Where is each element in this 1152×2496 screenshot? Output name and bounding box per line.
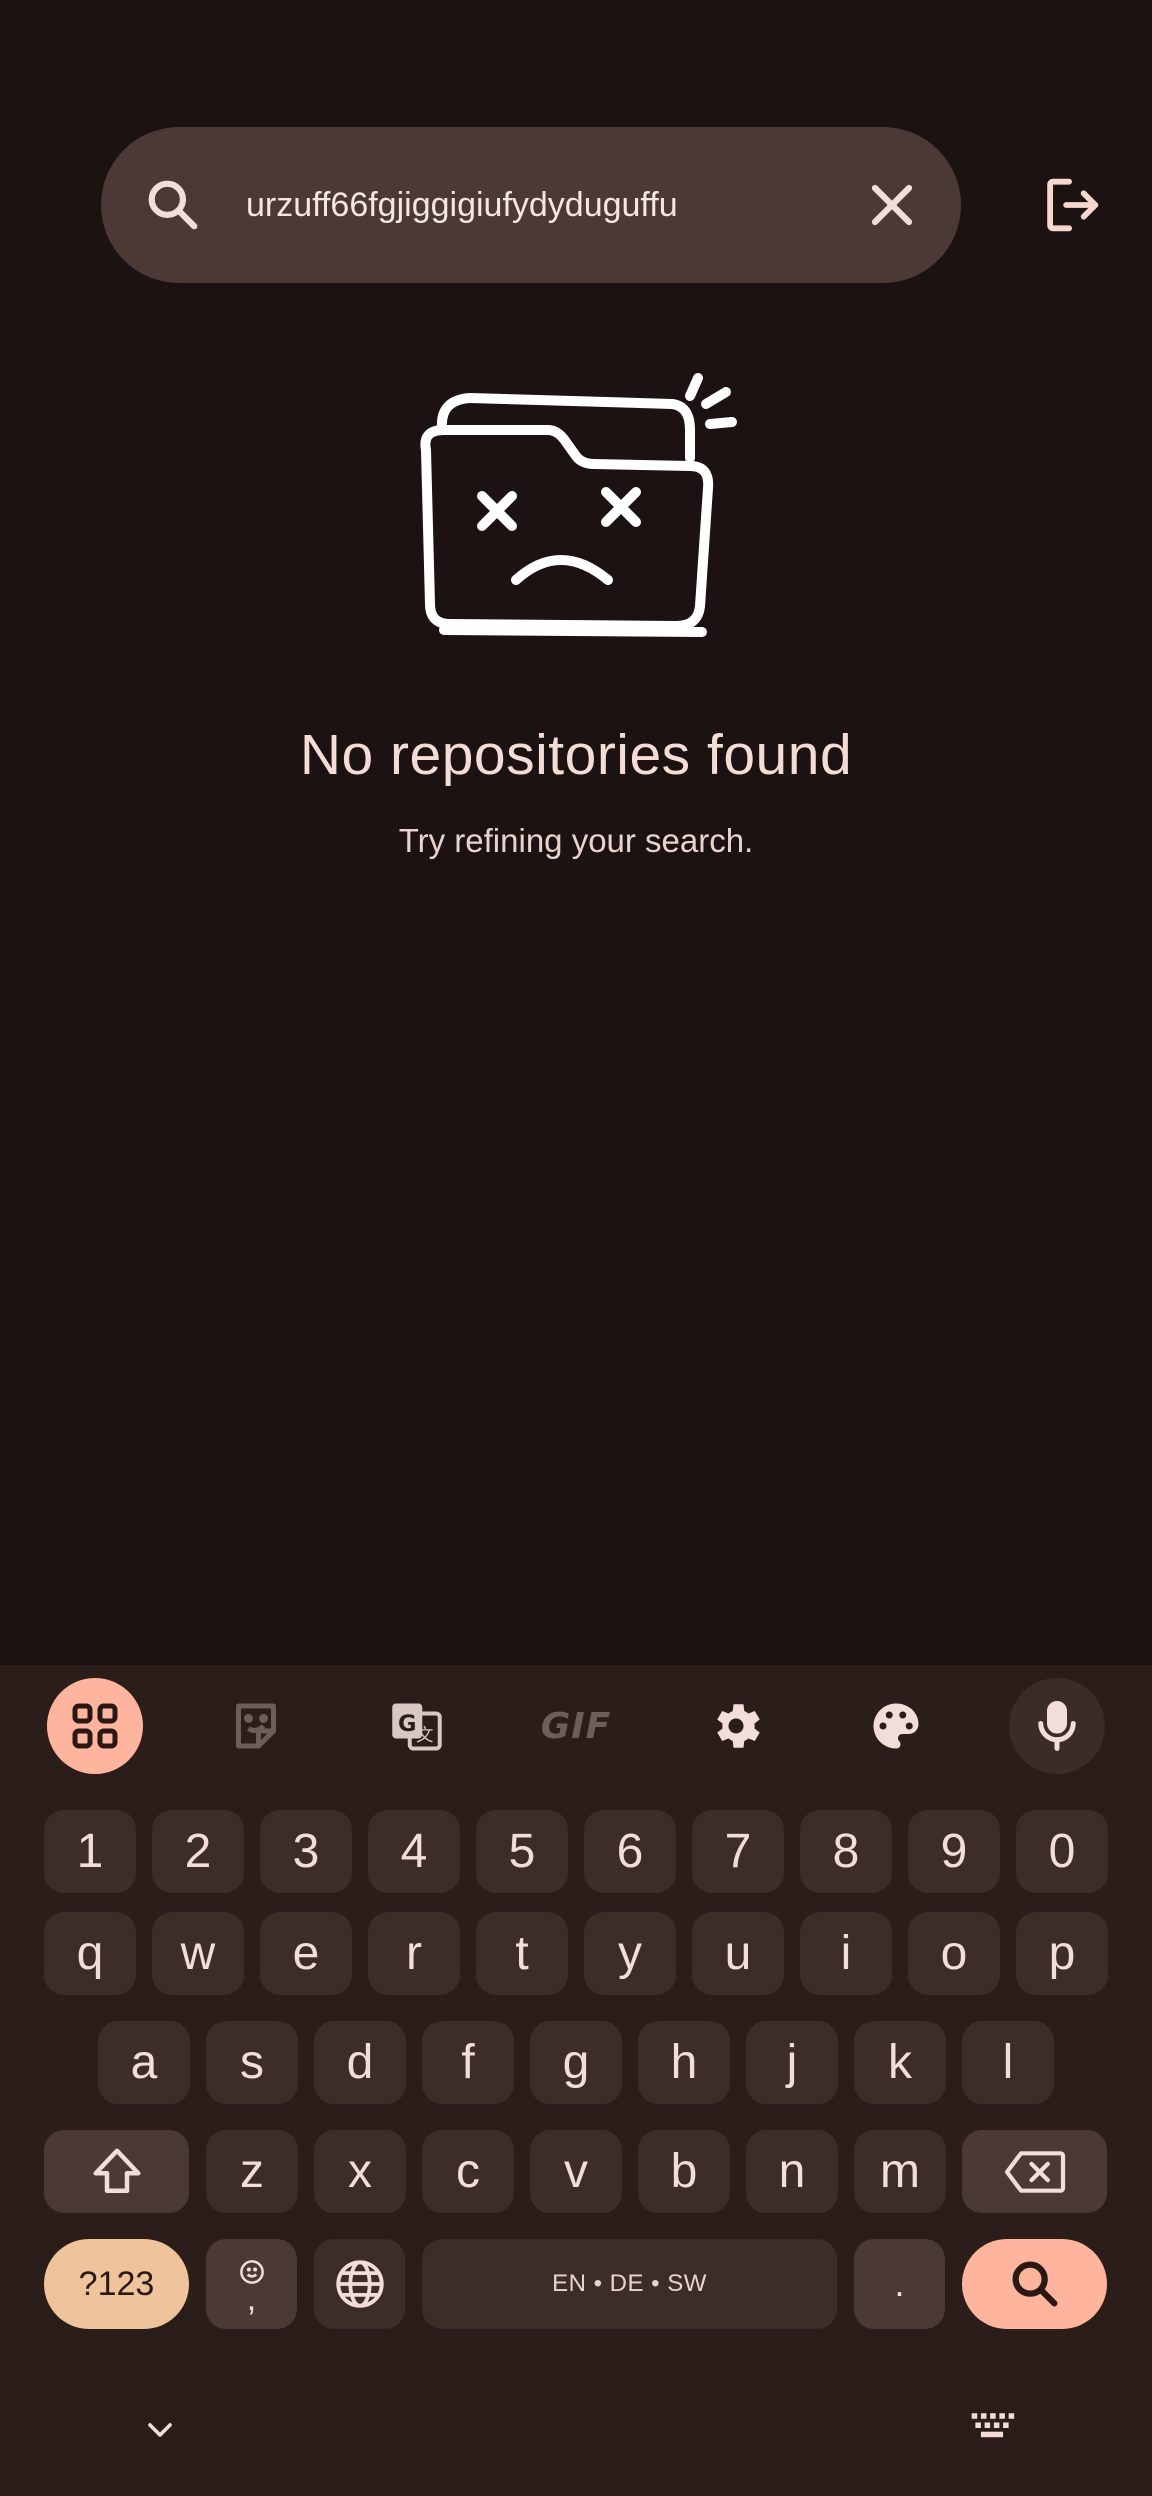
keyboard-switch-icon[interactable]	[968, 2408, 1016, 2453]
palette-icon[interactable]	[848, 1678, 944, 1774]
key-a-6[interactable]: j	[746, 2021, 838, 2104]
key-q-2[interactable]: e	[260, 1912, 352, 1995]
key-z-2[interactable]: c	[422, 2130, 514, 2213]
chevron-down-icon[interactable]	[140, 2410, 180, 2455]
key-a-7[interactable]: k	[854, 2021, 946, 2104]
empty-state-title: No repositories found	[299, 723, 853, 787]
key-num-8[interactable]: 9	[908, 1810, 1000, 1893]
key-q-7[interactable]: i	[800, 1912, 892, 1995]
key-num-4[interactable]: 5	[476, 1810, 568, 1893]
mic-icon[interactable]	[1009, 1678, 1105, 1774]
svg-text:文: 文	[416, 1726, 434, 1746]
search-input[interactable]	[246, 177, 806, 233]
sticker-icon[interactable]	[208, 1678, 304, 1774]
key-num-6[interactable]: 7	[692, 1810, 784, 1893]
key-z-3[interactable]: v	[530, 2130, 622, 2213]
key-q-6[interactable]: u	[692, 1912, 784, 1995]
key-z-6[interactable]: m	[854, 2130, 946, 2213]
space-key[interactable]: EN • DE • SW	[422, 2239, 837, 2329]
key-z-4[interactable]: b	[638, 2130, 730, 2213]
gif-icon[interactable]: GIF	[528, 1678, 624, 1774]
key-num-3[interactable]: 4	[368, 1810, 460, 1893]
key-num-2[interactable]: 3	[260, 1810, 352, 1893]
key-num-7[interactable]: 8	[800, 1810, 892, 1893]
symbols-key[interactable]: ?123	[44, 2239, 189, 2329]
key-q-8[interactable]: o	[908, 1912, 1000, 1995]
search-icon[interactable]	[139, 171, 207, 239]
svg-text:G: G	[398, 1711, 416, 1737]
key-q-4[interactable]: t	[476, 1912, 568, 1995]
key-num-0[interactable]: 1	[44, 1810, 136, 1893]
translate-icon[interactable]: G 文	[368, 1678, 464, 1774]
sad-folder-illustration	[400, 368, 750, 648]
comma-label: ,	[246, 2280, 257, 2318]
key-a-4[interactable]: g	[530, 2021, 622, 2104]
language-key[interactable]	[314, 2239, 405, 2329]
settings-icon[interactable]	[688, 1678, 784, 1774]
key-a-1[interactable]: s	[206, 2021, 298, 2104]
logout-icon[interactable]	[1035, 170, 1109, 240]
search-bar	[101, 127, 961, 283]
key-z-0[interactable]: z	[206, 2130, 298, 2213]
key-a-0[interactable]: a	[98, 2021, 190, 2104]
key-z-1[interactable]: x	[314, 2130, 406, 2213]
key-a-5[interactable]: h	[638, 2021, 730, 2104]
key-q-5[interactable]: y	[584, 1912, 676, 1995]
key-q-9[interactable]: p	[1016, 1912, 1108, 1995]
key-a-2[interactable]: d	[314, 2021, 406, 2104]
shift-key[interactable]	[44, 2130, 189, 2213]
key-a-3[interactable]: f	[422, 2021, 514, 2104]
on-screen-keyboard: G 文 GIF 1234567890 q w e r t y u i o p a…	[0, 1665, 1152, 2496]
search-action-key[interactable]	[962, 2239, 1107, 2329]
close-icon[interactable]	[858, 171, 926, 239]
key-num-5[interactable]: 6	[584, 1810, 676, 1893]
keyboard-toolbar: G 文 GIF	[0, 1665, 1152, 1785]
emoji-comma-key[interactable]: ,	[206, 2239, 297, 2329]
period-key[interactable]: .	[854, 2239, 945, 2329]
key-z-5[interactable]: n	[746, 2130, 838, 2213]
backspace-key[interactable]	[962, 2130, 1107, 2213]
key-q-3[interactable]: r	[368, 1912, 460, 1995]
apps-grid-icon[interactable]	[47, 1678, 143, 1774]
key-q-1[interactable]: w	[152, 1912, 244, 1995]
empty-state-subtitle: Try refining your search.	[398, 822, 754, 859]
key-a-8[interactable]: l	[962, 2021, 1054, 2104]
key-num-9[interactable]: 0	[1016, 1810, 1108, 1893]
key-q-0[interactable]: q	[44, 1912, 136, 1995]
key-num-1[interactable]: 2	[152, 1810, 244, 1893]
